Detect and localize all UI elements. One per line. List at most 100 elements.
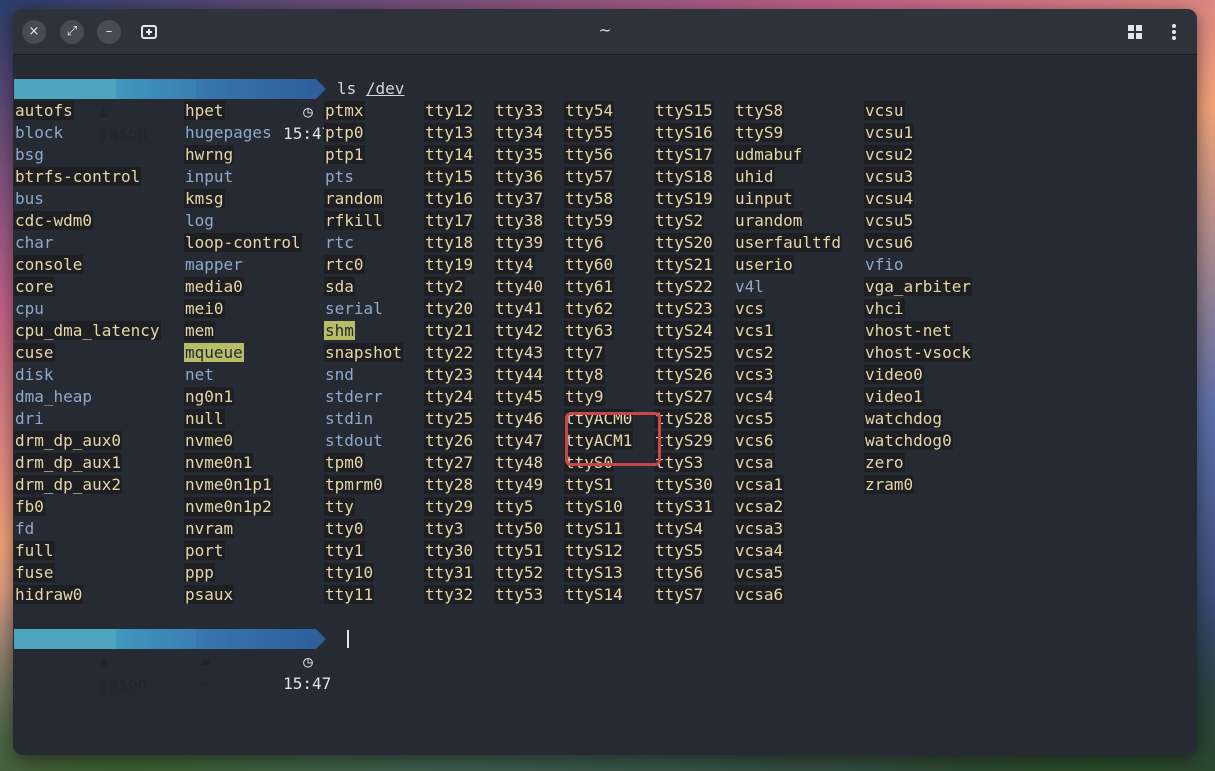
clock-icon: ◷: [303, 102, 313, 121]
ls-entry-name: sda: [324, 277, 355, 296]
ls-entry-name: ttyS31: [654, 497, 714, 516]
ls-entry: tty16: [424, 188, 475, 210]
ls-entry: vcsu5: [864, 210, 915, 232]
ls-entry: stdout: [324, 430, 384, 452]
ls-entry: console: [14, 254, 84, 276]
ls-entry: tty6: [564, 232, 605, 254]
ls-entry: tty25: [424, 408, 475, 430]
ls-entry: vcsu2: [864, 144, 915, 166]
ls-entry: ttyS28: [654, 408, 714, 430]
ls-entry: tty30: [424, 540, 475, 562]
ls-entry: ttyS20: [654, 232, 714, 254]
ls-entry: ttyS17: [654, 144, 714, 166]
ls-entry-name: hpet: [184, 101, 225, 120]
ls-entry: tty24: [424, 386, 475, 408]
ls-entry-name: ttyS27: [654, 387, 714, 406]
ls-entry: nvme0n1: [184, 452, 254, 474]
ls-entry-name: mapper: [185, 255, 243, 274]
ls-entry: zram0: [864, 474, 915, 496]
ls-entry: ttyACM1: [564, 430, 634, 452]
ls-entry: video1: [864, 386, 924, 408]
ls-entry-name: block: [15, 123, 64, 142]
prompt-line-1: ▲ jason ▰ ~ ◷ 15:47 ls /dev: [14, 78, 1194, 143]
ls-entry-name: vcsu6: [864, 233, 915, 252]
ls-entry-name: tty23: [424, 365, 475, 384]
prompt-user-segment: ▲ jason: [14, 629, 147, 693]
ls-entry: tty57: [564, 166, 615, 188]
ls-entry-name: ttyS26: [654, 365, 714, 384]
ls-entry-name: fuse: [14, 563, 55, 582]
ls-entry-name: tty45: [494, 387, 545, 406]
ls-entry: rtc: [324, 232, 355, 254]
ls-entry: disk: [14, 364, 55, 386]
menu-button[interactable]: [1163, 21, 1185, 43]
ls-entry: ttyS31: [654, 496, 714, 518]
ls-entry: tty15: [424, 166, 475, 188]
prompt-dir-segment: ▰ ~: [116, 79, 211, 143]
ls-entry: uinput: [734, 188, 794, 210]
ls-entry: tty45: [494, 386, 545, 408]
ls-entry: vga_arbiter: [864, 276, 972, 298]
grid-view-button[interactable]: [1124, 21, 1146, 43]
ls-entry: tty21: [424, 320, 475, 342]
ls-entry: mei0: [184, 298, 225, 320]
ls-entry-name: tty4: [494, 255, 535, 274]
ls-entry-name: stdout: [325, 431, 383, 450]
ls-entry: vcs6: [734, 430, 775, 452]
ls-entry: ppp: [184, 562, 215, 584]
ls-entry-name: tty9: [564, 387, 605, 406]
ls-entry-name: console: [14, 255, 84, 274]
ls-entry-name: vcsa1: [734, 475, 785, 494]
ls-entry-name: tty51: [494, 541, 545, 560]
ls-entry: ttyS18: [654, 166, 714, 188]
ls-entry-name: nvram: [184, 519, 235, 538]
ls-entry-name: ttyS24: [654, 321, 714, 340]
ls-entry: tty40: [494, 276, 545, 298]
ls-entry: vcsu1: [864, 122, 915, 144]
ls-entry-name: vcsa: [734, 453, 775, 472]
ls-entry: ttyS8: [734, 100, 785, 122]
ls-entry: tty61: [564, 276, 615, 298]
ls-entry-name: tty30: [424, 541, 475, 560]
ls-entry: tty62: [564, 298, 615, 320]
ls-entry: media0: [184, 276, 244, 298]
ls-entry-name: mem: [184, 321, 215, 340]
ls-entry: vcsu4: [864, 188, 915, 210]
terminal-content[interactable]: ▲ jason ▰ ~ ◷ 15:47 ls /dev autofs block b…: [14, 78, 1194, 738]
ls-entry: stdin: [324, 408, 374, 430]
ls-entry: watchdog: [864, 408, 944, 430]
ls-entry-name: ttyS16: [654, 123, 714, 142]
ls-entry: ttyS4: [654, 518, 705, 540]
ls-entry-name: serial: [325, 299, 383, 318]
ls-entry-name: ttyS13: [564, 563, 624, 582]
command-name: ls: [337, 79, 357, 98]
ls-entry-name: vcs3: [734, 365, 775, 384]
ls-entry-name: tty35: [494, 145, 545, 164]
ls-entry: mapper: [184, 254, 244, 276]
ls-entry-name: vcsu5: [864, 211, 915, 230]
ls-entry: vhost-vsock: [864, 342, 972, 364]
ls-entry: vfio: [864, 254, 905, 276]
ls-entry-name: video0: [864, 365, 924, 384]
ls-entry: snapshot: [324, 342, 404, 364]
ls-entry-name: vga_arbiter: [864, 277, 972, 296]
ls-entry: tty59: [564, 210, 615, 232]
kebab-menu-icon: [1172, 24, 1176, 40]
ls-entry-name: rtc0: [324, 255, 365, 274]
ls-entry: ttyS25: [654, 342, 714, 364]
ls-entry: cuse: [14, 342, 55, 364]
ls-entry-name: vcsa2: [734, 497, 785, 516]
ls-entry: drm_dp_aux0: [14, 430, 122, 452]
ls-entry-name: tty27: [424, 453, 475, 472]
ls-entry: tty54: [564, 100, 615, 122]
ls-entry: autofs: [14, 100, 74, 122]
ls-entry-name: tty52: [494, 563, 545, 582]
ls-entry-name: ttyS22: [654, 277, 714, 296]
clock-icon: ◷: [303, 652, 313, 671]
ls-entry: stderr: [324, 386, 384, 408]
ls-entry: ttyS29: [654, 430, 714, 452]
ls-entry: ttyS9: [734, 122, 785, 144]
ls-entry-name: dma_heap: [15, 387, 93, 406]
ls-entry: tty3: [424, 518, 465, 540]
arch-logo-icon: ▲: [99, 652, 109, 671]
